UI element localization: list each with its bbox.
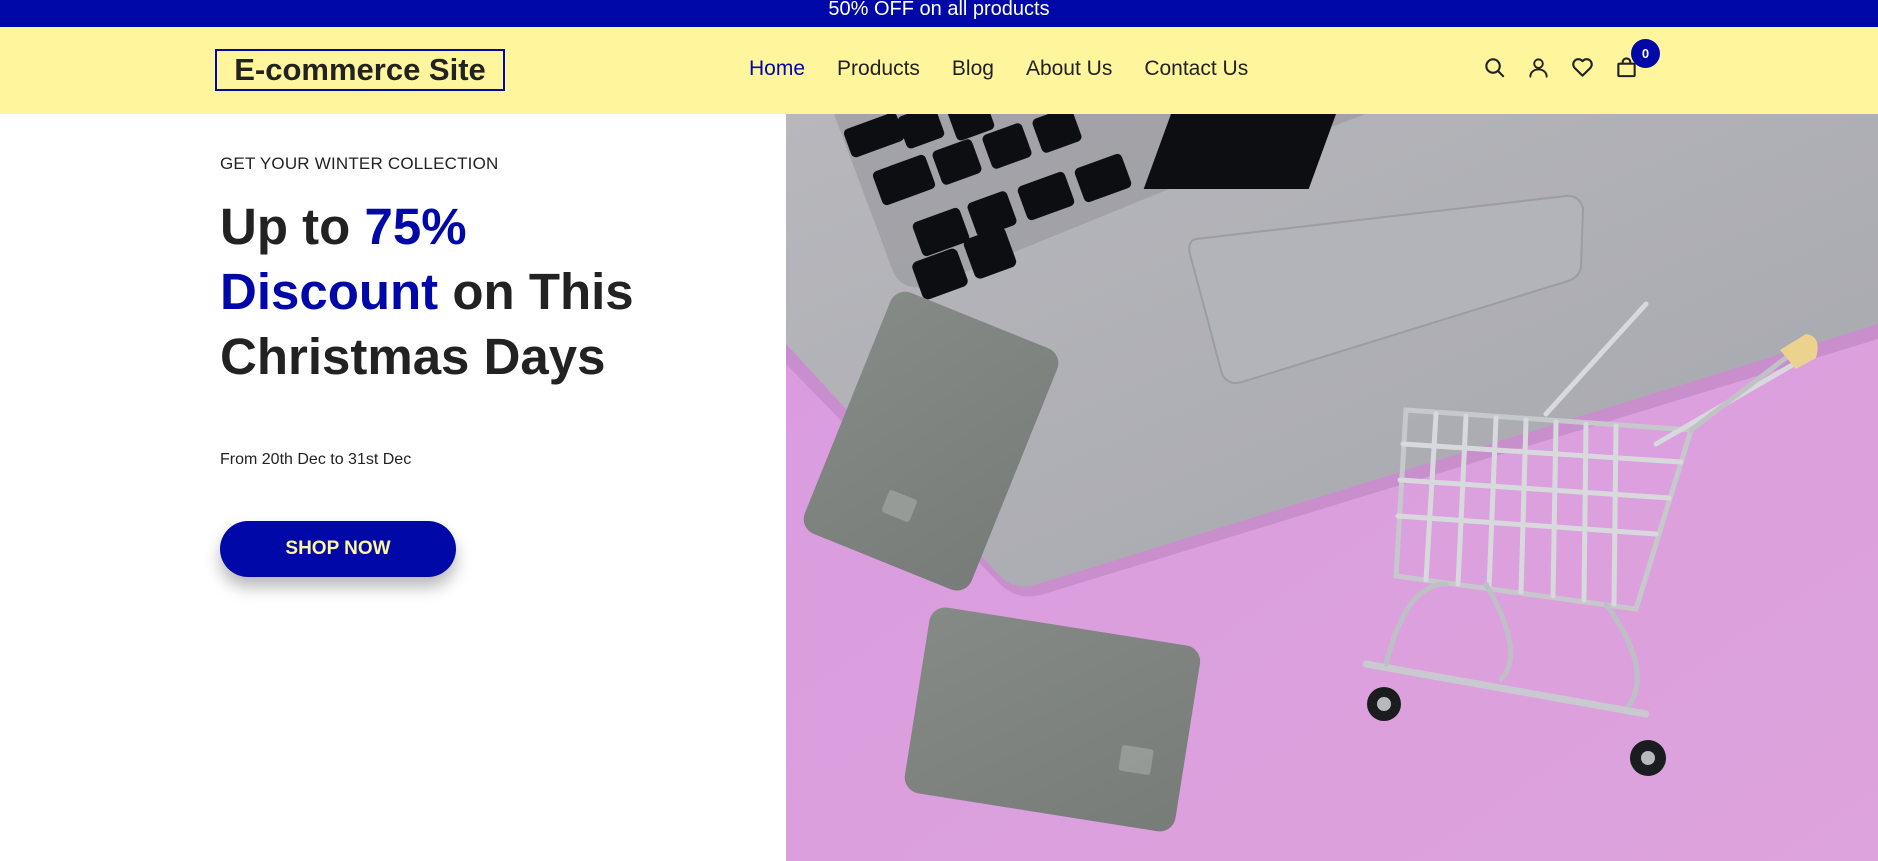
hero-date-range: From 20th Dec to 31st Dec	[220, 451, 412, 468]
site-header: E-commerce Site Home Products Blog About…	[0, 27, 1878, 114]
shop-now-button[interactable]: SHOP NOW	[220, 521, 456, 577]
header-icons: 0	[1482, 39, 1660, 80]
nav-products[interactable]: Products	[837, 57, 920, 80]
hero-image	[786, 114, 1878, 861]
nav-home[interactable]: Home	[749, 57, 805, 80]
main-nav: Home Products Blog About Us Contact Us	[749, 57, 1248, 81]
heart-icon[interactable]	[1570, 55, 1595, 80]
nav-about-us[interactable]: About Us	[1026, 57, 1112, 80]
headline-accent-discount: Discount	[220, 263, 439, 320]
hero-eyebrow: GET YOUR WINTER COLLECTION	[220, 154, 499, 173]
promo-text: 50% OFF on all products	[828, 0, 1050, 20]
promo-bar: 50% OFF on all products	[0, 0, 1878, 27]
headline-part-1: Up to	[220, 198, 365, 255]
user-icon[interactable]	[1526, 55, 1551, 80]
nav-contact-us[interactable]: Contact Us	[1144, 57, 1248, 80]
cart-count-badge: 0	[1631, 39, 1660, 68]
site-logo[interactable]: E-commerce Site	[215, 49, 505, 91]
search-icon[interactable]	[1482, 55, 1507, 80]
hero-headline: Up to 75% Discount on This Christmas Day…	[220, 194, 680, 389]
nav-blog[interactable]: Blog	[952, 57, 994, 80]
shopping-bag-icon[interactable]: 0	[1614, 39, 1660, 80]
headline-accent-percent: 75%	[364, 198, 467, 255]
